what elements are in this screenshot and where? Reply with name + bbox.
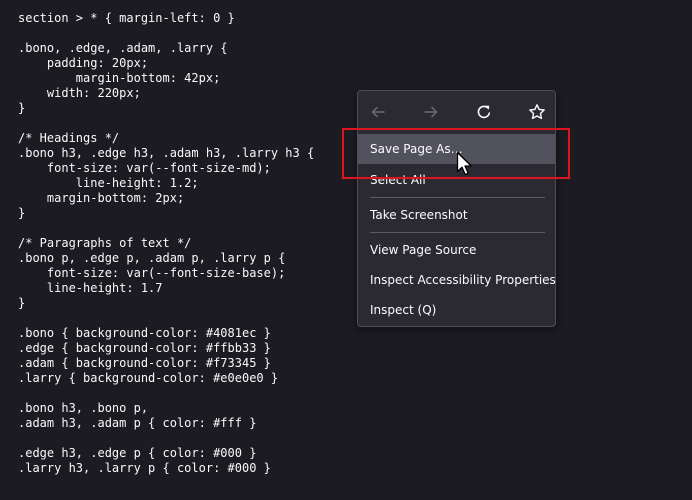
back-arrow-icon [371, 106, 385, 118]
code-line: .larry h3, .larry p { color: #000 } [18, 461, 271, 475]
code-line: width: 220px; [18, 86, 141, 100]
code-line: margin-bottom: 2px; [18, 191, 185, 205]
reload-icon [477, 105, 491, 119]
code-line: .bono h3, .bono p, [18, 401, 149, 415]
back-button[interactable] [366, 100, 390, 124]
context-menu-nav-row [358, 91, 555, 133]
code-line: .adam h3, .adam p { color: #fff } [18, 416, 257, 430]
forward-arrow-icon [424, 106, 438, 118]
code-line: } [18, 296, 26, 310]
reload-button[interactable] [472, 100, 496, 124]
menu-separator [370, 232, 545, 233]
code-line: .edge { background-color: #ffbb33 } [18, 341, 271, 355]
menu-item-take-screenshot[interactable]: Take Screenshot [358, 200, 555, 230]
code-line: .adam { background-color: #f73345 } [18, 356, 271, 370]
code-line: } [18, 206, 26, 220]
code-line: .bono, .edge, .adam, .larry { [18, 41, 228, 55]
code-line: .bono h3, .edge h3, .adam h3, .larry h3 … [18, 146, 315, 160]
forward-button[interactable] [419, 100, 443, 124]
mouse-cursor-icon [456, 151, 472, 176]
code-line: .larry { background-color: #e0e0e0 } [18, 371, 279, 385]
code-line: padding: 20px; [18, 56, 149, 70]
code-line: /* Paragraphs of text */ [18, 236, 192, 250]
code-line: .bono { background-color: #4081ec } [18, 326, 271, 340]
code-line: font-size: var(--font-size-base); [18, 266, 286, 280]
menu-separator [370, 197, 545, 198]
css-source-code: section > * { margin-left: 0 } .bono, .ed… [18, 11, 314, 476]
code-line: margin-bottom: 42px; [18, 71, 221, 85]
code-line: .edge h3, .edge p { color: #000 } [18, 446, 257, 460]
menu-item-inspect-accessibility[interactable]: Inspect Accessibility Properties [358, 265, 556, 295]
code-line: .bono p, .edge p, .adam p, .larry p { [18, 251, 286, 265]
menu-item-view-page-source[interactable]: View Page Source [358, 235, 555, 265]
code-line: } [18, 101, 26, 115]
context-menu: Save Page As… Select All Take Screenshot… [357, 90, 556, 327]
star-icon [529, 104, 545, 120]
code-line: /* Headings */ [18, 131, 120, 145]
code-line: line-height: 1.7 [18, 281, 163, 295]
code-line: section > * { margin-left: 0 } [18, 11, 235, 25]
bookmark-button[interactable] [525, 100, 549, 124]
menu-item-inspect[interactable]: Inspect (Q) [358, 295, 555, 325]
code-line: line-height: 1.2; [18, 176, 199, 190]
code-line: font-size: var(--font-size-md); [18, 161, 271, 175]
